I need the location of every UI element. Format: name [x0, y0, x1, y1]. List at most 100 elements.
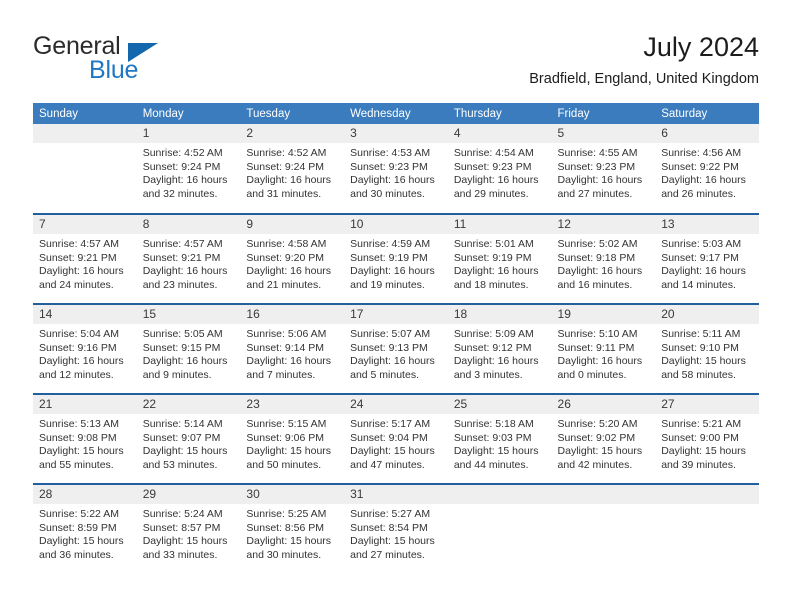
day-details: Sunrise: 5:21 AM Sunset: 9:00 PM Daylight:…: [655, 414, 759, 472]
calendar-day-cell-empty: [33, 124, 137, 214]
day-detail-sunrise: Sunrise: 5:24 AM: [142, 508, 223, 520]
day-number: 28: [33, 485, 137, 504]
calendar-day-cell[interactable]: 6 Sunrise: 4:56 AM Sunset: 9:22 PM Daylight…: [655, 124, 759, 214]
calendar-day-cell[interactable]: 16 Sunrise: 5:06 AM Sunset: 9:14 PM Dayligh…: [240, 303, 345, 394]
calendar-day-cell[interactable]: 26 Sunrise: 5:20 AM Sunset: 9:02 PM Dayligh…: [551, 393, 656, 484]
day-number: 4: [447, 124, 552, 143]
day-detail-daylight2: and 7 minutes.: [246, 368, 316, 381]
day-cell-inner: [655, 485, 759, 573]
calendar-day-cell[interactable]: 23 Sunrise: 5:15 AM Sunset: 9:06 PM Dayligh…: [240, 393, 345, 484]
calendar-day-cell-empty: [447, 483, 552, 574]
weekday-header-sunday: Sunday: [33, 103, 137, 124]
day-detail-daylight1: Daylight: 15 hours: [557, 445, 643, 458]
weekday-header-thursday: Thursday: [447, 103, 552, 124]
day-detail-sunset: Sunset: 9:02 PM: [557, 431, 636, 444]
calendar-day-cell[interactable]: 5 Sunrise: 4:55 AM Sunset: 9:23 PM Daylight…: [551, 124, 656, 214]
day-cell-inner: 8 Sunrise: 4:57 AM Sunset: 9:21 PM Daylight…: [136, 215, 241, 303]
calendar-day-cell[interactable]: 30 Sunrise: 5:25 AM Sunset: 8:56 PM Dayligh…: [240, 483, 345, 574]
day-number: [551, 485, 656, 504]
calendar-day-cell[interactable]: 9 Sunrise: 4:58 AM Sunset: 9:20 PM Daylight…: [240, 213, 345, 304]
day-detail-sunset: Sunset: 9:12 PM: [453, 341, 532, 354]
day-detail-daylight2: and 30 minutes.: [350, 187, 425, 200]
calendar-day-cell[interactable]: 31 Sunrise: 5:27 AM Sunset: 8:54 PM Dayligh…: [344, 483, 448, 574]
weekday-header-tuesday: Tuesday: [240, 103, 345, 124]
calendar-day-cell[interactable]: 22 Sunrise: 5:14 AM Sunset: 9:07 PM Dayligh…: [136, 393, 241, 484]
day-detail-daylight2: and 21 minutes.: [246, 278, 322, 291]
day-detail-sunrise: Sunrise: 4:58 AM: [246, 238, 327, 250]
day-details: Sunrise: 5:25 AM Sunset: 8:56 PM Daylight:…: [240, 504, 344, 562]
calendar-day-cell[interactable]: 19 Sunrise: 5:10 AM Sunset: 9:11 PM Dayligh…: [551, 303, 656, 394]
day-details: Sunrise: 5:06 AM Sunset: 9:14 PM Daylight:…: [240, 324, 344, 382]
calendar-day-cell[interactable]: 17 Sunrise: 5:07 AM Sunset: 9:13 PM Dayligh…: [344, 303, 448, 394]
calendar-day-cell[interactable]: 3 Sunrise: 4:53 AM Sunset: 9:23 PM Daylight…: [344, 124, 448, 214]
day-detail-sunrise: Sunrise: 5:18 AM: [453, 418, 534, 430]
day-number: 26: [551, 395, 656, 414]
calendar-day-cell[interactable]: 25 Sunrise: 5:18 AM Sunset: 9:03 PM Dayligh…: [447, 393, 552, 484]
day-detail-sunrise: Sunrise: 5:20 AM: [557, 418, 638, 430]
day-details: Sunrise: 4:53 AM Sunset: 9:23 PM Daylight:…: [344, 143, 448, 201]
day-detail-sunset: Sunset: 9:17 PM: [661, 251, 739, 264]
calendar-day-cell[interactable]: 13 Sunrise: 5:03 AM Sunset: 9:17 PM Dayligh…: [655, 213, 759, 304]
day-detail-daylight1: Daylight: 16 hours: [557, 174, 643, 187]
day-detail-daylight1: Daylight: 16 hours: [661, 265, 746, 278]
calendar-day-cell[interactable]: 27 Sunrise: 5:21 AM Sunset: 9:00 PM Dayligh…: [655, 393, 759, 484]
day-detail-daylight2: and 23 minutes.: [142, 278, 218, 291]
day-cell-inner: 30 Sunrise: 5:25 AM Sunset: 8:56 PM Dayligh…: [240, 485, 345, 573]
calendar-day-cell[interactable]: 20 Sunrise: 5:11 AM Sunset: 9:10 PM Dayligh…: [655, 303, 759, 394]
weekday-header-monday: Monday: [136, 103, 241, 124]
day-detail-sunrise: Sunrise: 4:53 AM: [350, 147, 431, 159]
day-number: 20: [655, 305, 759, 324]
day-detail-daylight2: and 16 minutes.: [557, 278, 633, 291]
calendar-day-cell[interactable]: 21 Sunrise: 5:13 AM Sunset: 9:08 PM Dayligh…: [33, 393, 137, 484]
day-detail-sunrise: Sunrise: 5:17 AM: [350, 418, 431, 430]
day-cell-inner: [551, 485, 656, 573]
day-detail-daylight1: Daylight: 16 hours: [142, 174, 228, 187]
day-detail-daylight1: Daylight: 15 hours: [246, 535, 332, 548]
calendar-day-cell[interactable]: 1 Sunrise: 4:52 AM Sunset: 9:24 PM Daylight…: [136, 124, 241, 214]
day-detail-sunset: Sunset: 9:22 PM: [661, 160, 739, 173]
day-details: Sunrise: 5:15 AM Sunset: 9:06 PM Daylight:…: [240, 414, 344, 472]
day-detail-daylight2: and 26 minutes.: [661, 187, 736, 200]
calendar-day-cell[interactable]: 2 Sunrise: 4:52 AM Sunset: 9:24 PM Daylight…: [240, 124, 345, 214]
calendar-day-cell[interactable]: 10 Sunrise: 4:59 AM Sunset: 9:19 PM Dayligh…: [344, 213, 448, 304]
day-detail-sunrise: Sunrise: 5:21 AM: [661, 418, 742, 430]
day-detail-daylight2: and 36 minutes.: [39, 548, 114, 561]
day-detail-sunrise: Sunrise: 5:10 AM: [557, 328, 638, 340]
day-detail-daylight1: Daylight: 15 hours: [39, 445, 124, 458]
day-details: Sunrise: 4:52 AM Sunset: 9:24 PM Daylight:…: [137, 143, 241, 201]
calendar-day-cell[interactable]: 12 Sunrise: 5:02 AM Sunset: 9:18 PM Dayligh…: [551, 213, 656, 304]
day-detail-daylight1: Daylight: 16 hours: [453, 174, 539, 187]
day-number: 15: [136, 305, 241, 324]
day-detail-daylight1: Daylight: 15 hours: [661, 445, 746, 458]
day-details: Sunrise: 5:18 AM Sunset: 9:03 PM Daylight:…: [448, 414, 552, 472]
day-detail-daylight2: and 33 minutes.: [142, 548, 218, 561]
day-detail-daylight1: Daylight: 16 hours: [453, 355, 539, 368]
calendar-day-cell[interactable]: 15 Sunrise: 5:05 AM Sunset: 9:15 PM Dayligh…: [136, 303, 241, 394]
weekday-header-friday: Friday: [551, 103, 656, 124]
calendar-day-cell[interactable]: 29 Sunrise: 5:24 AM Sunset: 8:57 PM Dayligh…: [136, 483, 241, 574]
general-blue-logo[interactable]: General Blue: [33, 32, 263, 88]
calendar-day-cell[interactable]: 8 Sunrise: 4:57 AM Sunset: 9:21 PM Daylight…: [136, 213, 241, 304]
day-detail-sunset: Sunset: 9:11 PM: [557, 341, 635, 354]
day-detail-sunset: Sunset: 9:18 PM: [557, 251, 636, 264]
calendar-day-cell[interactable]: 28 Sunrise: 5:22 AM Sunset: 8:59 PM Dayligh…: [33, 483, 137, 574]
day-cell-inner: [33, 124, 137, 212]
calendar-day-cell[interactable]: 7 Sunrise: 4:57 AM Sunset: 9:21 PM Daylight…: [33, 213, 137, 304]
calendar-day-cell[interactable]: 14 Sunrise: 5:04 AM Sunset: 9:16 PM Dayligh…: [33, 303, 137, 394]
day-number: 13: [655, 215, 759, 234]
day-detail-daylight1: Daylight: 16 hours: [246, 265, 332, 278]
day-detail-daylight2: and 27 minutes.: [350, 548, 425, 561]
calendar-day-cell[interactable]: 24 Sunrise: 5:17 AM Sunset: 9:04 PM Dayligh…: [344, 393, 448, 484]
calendar-day-cell[interactable]: 18 Sunrise: 5:09 AM Sunset: 9:12 PM Dayligh…: [447, 303, 552, 394]
day-details: Sunrise: 5:22 AM Sunset: 8:59 PM Daylight:…: [33, 504, 137, 562]
day-cell-inner: 27 Sunrise: 5:21 AM Sunset: 9:00 PM Dayligh…: [655, 395, 759, 483]
day-number: 5: [551, 124, 656, 143]
day-detail-sunset: Sunset: 9:23 PM: [350, 160, 428, 173]
day-number: 25: [447, 395, 552, 414]
day-detail-daylight1: Daylight: 15 hours: [142, 535, 228, 548]
day-details: Sunrise: 5:02 AM Sunset: 9:18 PM Daylight:…: [552, 234, 656, 292]
day-cell-inner: 29 Sunrise: 5:24 AM Sunset: 8:57 PM Dayligh…: [136, 485, 241, 573]
calendar-day-cell[interactable]: 4 Sunrise: 4:54 AM Sunset: 9:23 PM Daylight…: [447, 124, 552, 214]
calendar-day-cell[interactable]: 11 Sunrise: 5:01 AM Sunset: 9:19 PM Dayligh…: [447, 213, 552, 304]
day-detail-sunset: Sunset: 9:08 PM: [39, 431, 117, 444]
